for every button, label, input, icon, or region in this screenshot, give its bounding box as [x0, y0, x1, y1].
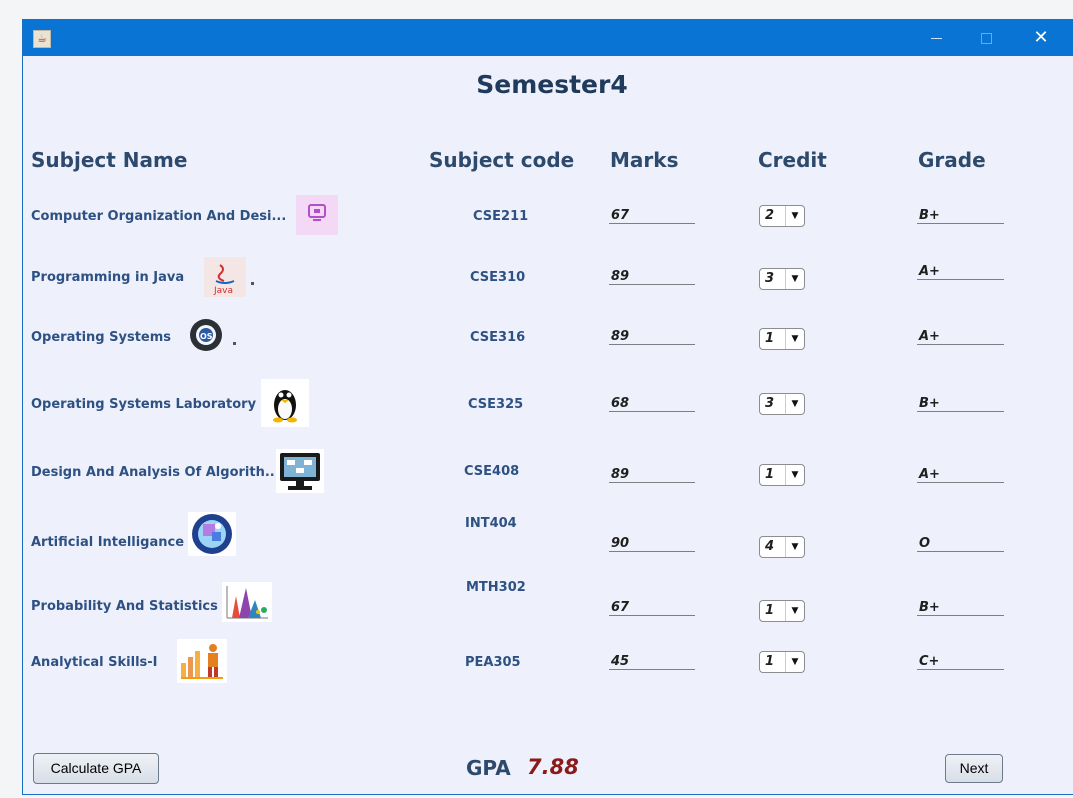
credit-value: 2 [765, 208, 775, 223]
marks-field[interactable]: 45 [609, 654, 695, 670]
subject-row: Operating Systems Laboratory CSE325 68 3… [23, 379, 1073, 427]
chevron-down-icon[interactable]: ▼ [785, 465, 804, 485]
credit-value: 4 [765, 539, 775, 554]
calculate-gpa-button[interactable]: Calculate GPA [33, 753, 159, 784]
marks-field[interactable]: 67 [609, 600, 695, 616]
grade-field: B+ [917, 396, 1004, 412]
credit-value: 3 [765, 396, 775, 411]
subject-name: Programming in Java [31, 270, 185, 285]
maximize-icon [980, 32, 992, 44]
ai-brain-icon [188, 512, 236, 556]
credit-value: 1 [765, 603, 775, 618]
credit-dropdown[interactable]: 1 ▼ [759, 328, 805, 350]
subject-code: PEA305 [465, 655, 521, 670]
header-credit: Credit [758, 148, 827, 172]
credit-dropdown[interactable]: 4 ▼ [759, 536, 805, 558]
subject-name: Artificial Intelligance [31, 535, 185, 550]
subject-code: INT404 [465, 516, 517, 531]
gpa-label: GPA [466, 756, 511, 780]
main-window: ☕ ✕ Semester4 Subject Name Subject code … [22, 19, 1073, 795]
marks-field[interactable]: 90 [609, 536, 695, 552]
subject-code: CSE408 [464, 464, 520, 479]
grade-field: B+ [917, 208, 1004, 224]
grade-field: A+ [917, 329, 1004, 345]
credit-dropdown[interactable]: 1 ▼ [759, 600, 805, 622]
subject-code: CSE211 [473, 209, 529, 224]
java-logo-icon: Java [204, 257, 246, 297]
subject-code: CSE325 [468, 397, 524, 412]
chevron-down-icon[interactable]: ▼ [785, 329, 804, 349]
subject-row: Programming in Java Java CSE310 89 3 ▼ A… [23, 257, 1073, 298]
subject-name: Analytical Skills-I [31, 655, 158, 670]
subject-row: Probability And Statistics MTH302 67 1 ▼… [23, 576, 1073, 622]
subject-row: Analytical Skills-I PEA305 45 1 ▼ C+ [23, 639, 1073, 683]
marks-field[interactable]: 68 [609, 396, 695, 412]
grade-field: A+ [917, 467, 1004, 483]
credit-value: 1 [765, 654, 775, 669]
grade-field: B+ [917, 600, 1004, 616]
marks-field[interactable]: 89 [609, 467, 695, 483]
page-title: Semester4 [476, 70, 628, 99]
credit-dropdown[interactable]: 3 ▼ [759, 268, 805, 290]
header-grade: Grade [918, 148, 986, 172]
subject-row: Operating Systems OS CSE316 89 1 ▼ A+ [23, 318, 1073, 358]
credit-dropdown[interactable]: 3 ▼ [759, 393, 805, 415]
java-cup-icon: ☕ [33, 30, 51, 48]
grade-field: O [917, 536, 1004, 552]
header-subject-name: Subject Name [31, 148, 188, 172]
svg-text:Java: Java [213, 286, 233, 296]
chevron-down-icon[interactable]: ▼ [785, 394, 804, 414]
chevron-down-icon[interactable]: ▼ [785, 652, 804, 672]
subject-name: Operating Systems Laboratory [31, 397, 257, 412]
credit-value: 1 [765, 331, 775, 346]
header-subject-code: Subject code [429, 148, 575, 172]
statistics-chart-icon [222, 582, 272, 622]
subject-name: Design And Analysis Of Algorith... [31, 465, 280, 480]
subject-row: Artificial Intelligance INT404 90 4 ▼ O [23, 512, 1073, 558]
credit-value: 1 [765, 467, 775, 482]
os-gear-icon: OS [185, 315, 227, 355]
grade-field: A+ [917, 264, 1004, 280]
subject-code: CSE310 [470, 270, 526, 285]
minimize-icon [930, 37, 942, 39]
subject-row: Computer Organization And Desi... CSE211… [23, 195, 1073, 236]
next-button[interactable]: Next [945, 754, 1003, 783]
chevron-down-icon[interactable]: ▼ [785, 537, 804, 557]
subject-row: Design And Analysis Of Algorith... CSE40… [23, 449, 1073, 493]
subject-code: CSE316 [470, 330, 526, 345]
subject-name: Probability And Statistics [31, 599, 218, 614]
credit-dropdown[interactable]: 1 ▼ [759, 464, 805, 486]
subject-name: Computer Organization And Desi... [31, 209, 287, 224]
credit-value: 3 [765, 271, 775, 286]
decorative-dot [233, 342, 236, 345]
marks-field[interactable]: 89 [609, 329, 695, 345]
subject-code: MTH302 [466, 580, 526, 595]
chevron-down-icon[interactable]: ▼ [785, 269, 804, 289]
computer-chip-icon [296, 195, 338, 235]
subject-name: Operating Systems [31, 330, 172, 345]
linux-penguin-icon [261, 379, 309, 427]
algorithm-monitor-icon [276, 449, 324, 493]
chevron-down-icon[interactable]: ▼ [785, 601, 804, 621]
credit-dropdown[interactable]: 1 ▼ [759, 651, 805, 673]
title-bar[interactable]: ☕ ✕ [23, 20, 1073, 56]
gpa-value: 7.88 [527, 755, 579, 779]
marks-field[interactable]: 89 [609, 269, 695, 285]
chevron-down-icon[interactable]: ▼ [785, 206, 804, 226]
maximize-button[interactable] [963, 20, 1009, 56]
header-marks: Marks [610, 148, 679, 172]
close-button[interactable]: ✕ [1018, 20, 1064, 56]
grade-field: C+ [917, 654, 1004, 670]
svg-text:OS: OS [200, 332, 213, 341]
close-icon: ✕ [1033, 27, 1049, 48]
marks-field[interactable]: 67 [609, 208, 695, 224]
decorative-dot [251, 282, 254, 285]
minimize-button[interactable] [913, 20, 959, 56]
credit-dropdown[interactable]: 2 ▼ [759, 205, 805, 227]
analytics-person-icon [177, 639, 227, 683]
